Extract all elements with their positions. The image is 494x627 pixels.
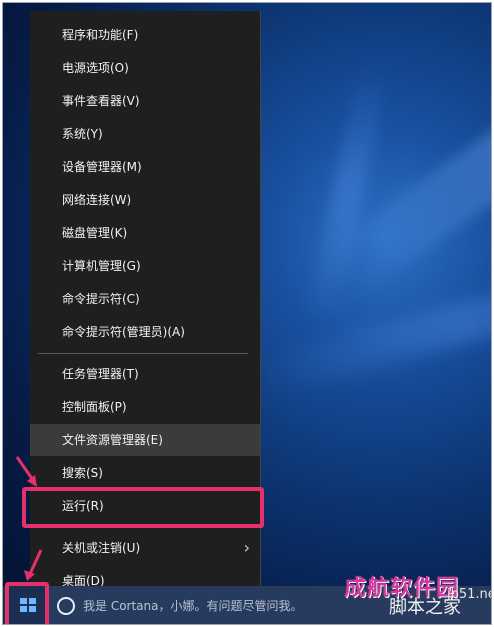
cortana-icon <box>57 597 75 615</box>
menu-item-command-prompt-admin[interactable]: 命令提示符(管理员)(A) <box>30 316 260 348</box>
desktop: 程序和功能(F) 电源选项(O) 事件查看器(V) 系统(Y) 设备管理器(M)… <box>2 2 492 625</box>
menu-item-system[interactable]: 系统(Y) <box>30 118 260 150</box>
cortana-placeholder: 我是 Cortana，小娜。有问题尽管问我。 <box>83 599 303 613</box>
run-highlight-box <box>22 487 264 528</box>
menu-item-file-explorer[interactable]: 文件资源管理器(E) <box>30 424 260 456</box>
menu-item-device-manager[interactable]: 设备管理器(M) <box>30 151 260 183</box>
menu-item-control-panel[interactable]: 控制面板(P) <box>30 391 260 423</box>
chevron-right-icon: › <box>243 538 250 557</box>
menu-item-computer-management[interactable]: 计算机管理(G) <box>30 250 260 282</box>
watermark-site: jb51.net <box>447 587 491 602</box>
menu-item-event-viewer[interactable]: 事件查看器(V) <box>30 85 260 117</box>
pointer-arrow-icon <box>15 456 37 487</box>
menu-item-power-options[interactable]: 电源选项(O) <box>30 52 260 84</box>
menu-item-programs-features[interactable]: 程序和功能(F) <box>30 19 260 51</box>
menu-item-search[interactable]: 搜索(S) <box>30 457 260 489</box>
menu-item-shutdown-signout[interactable]: 关机或注销(U) › <box>30 532 260 564</box>
menu-item-network-connections[interactable]: 网络连接(W) <box>30 184 260 216</box>
menu-item-command-prompt[interactable]: 命令提示符(C) <box>30 283 260 315</box>
menu-item-label: 关机或注销(U) <box>62 541 141 555</box>
menu-item-disk-management[interactable]: 磁盘管理(K) <box>30 217 260 249</box>
start-button-highlight-box <box>5 582 49 624</box>
pointer-arrow-icon <box>24 549 43 581</box>
menu-separator <box>38 353 248 354</box>
menu-item-task-manager[interactable]: 任务管理器(T) <box>30 358 260 390</box>
